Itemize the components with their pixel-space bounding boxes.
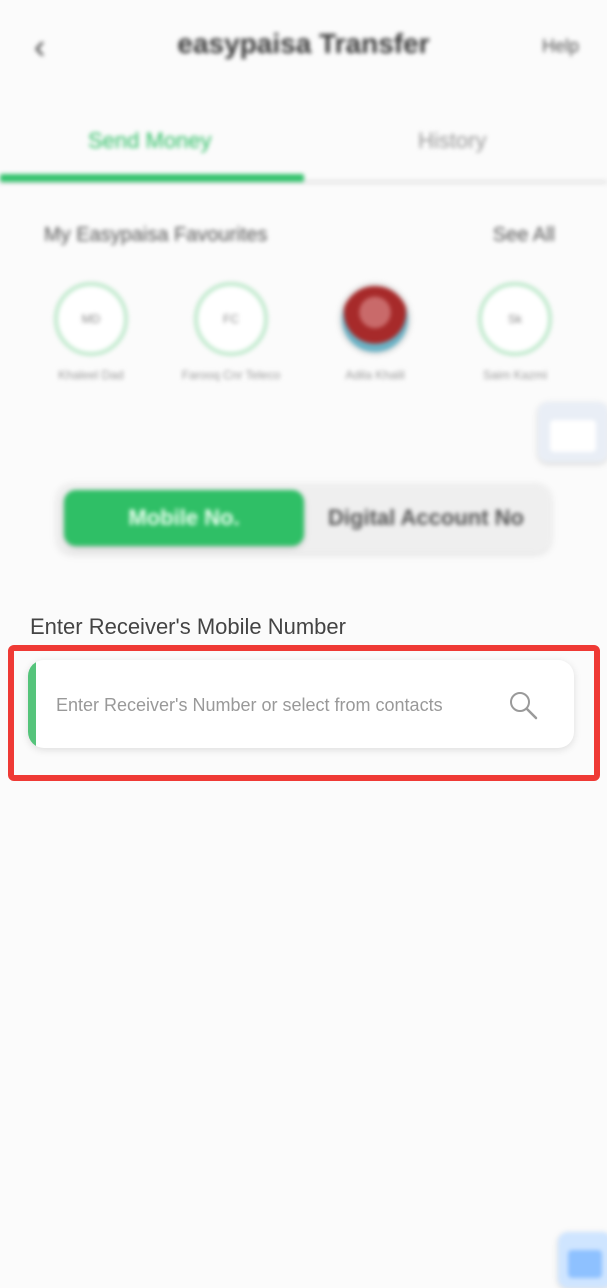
tab-history[interactable]: History	[418, 128, 486, 154]
avatar: Sk	[478, 282, 552, 356]
receiver-label: Enter Receiver's Mobile Number	[30, 614, 346, 639]
segment-digital-account[interactable]: Digital Account No	[308, 490, 544, 546]
tab-send-money[interactable]: Send Money	[88, 128, 212, 154]
active-tab-indicator	[0, 174, 304, 182]
favourites-header: My Easypaisa Favourites See All	[0, 220, 607, 256]
see-all-link[interactable]: See All	[493, 224, 555, 247]
avatar: MD	[54, 282, 128, 356]
favourite-name: Saim Kazmi	[482, 368, 547, 382]
segment-mobile-number[interactable]: Mobile No.	[64, 490, 304, 546]
favourite-name: Khaleel Dad	[58, 368, 124, 382]
favourite-item[interactable]: FC Farooq Cnr Teleco	[156, 282, 306, 382]
page-title: easypaisa Transfer	[177, 28, 430, 59]
favourites-title: My Easypaisa Favourites	[44, 224, 268, 246]
account-type-segment: Mobile No. Digital Account No	[58, 484, 550, 552]
avatar-photo	[338, 282, 412, 356]
widget-card	[550, 420, 596, 452]
favourites-list: MD Khaleel Dad FC Farooq Cnr Teleco Adil…	[0, 282, 607, 392]
avatar: FC	[194, 282, 268, 356]
floating-widget[interactable]	[538, 402, 607, 462]
receiver-number-input[interactable]	[54, 660, 498, 748]
favourite-item[interactable]: Sk Saim Kazmi	[440, 282, 590, 382]
favourite-name: Adila Khalil	[345, 368, 405, 382]
favourite-item[interactable]: MD Khaleel Dad	[16, 282, 166, 382]
input-accent-bar	[28, 660, 36, 748]
help-link[interactable]: Help	[542, 36, 579, 57]
app-header: ‹ easypaisa Transfer Help	[0, 0, 607, 92]
receiver-input-container	[28, 660, 574, 748]
search-icon[interactable]	[508, 690, 538, 720]
widget-card	[568, 1250, 602, 1278]
favourite-item[interactable]: Adila Khalil	[300, 282, 450, 382]
favourite-name: Farooq Cnr Teleco	[181, 368, 281, 382]
